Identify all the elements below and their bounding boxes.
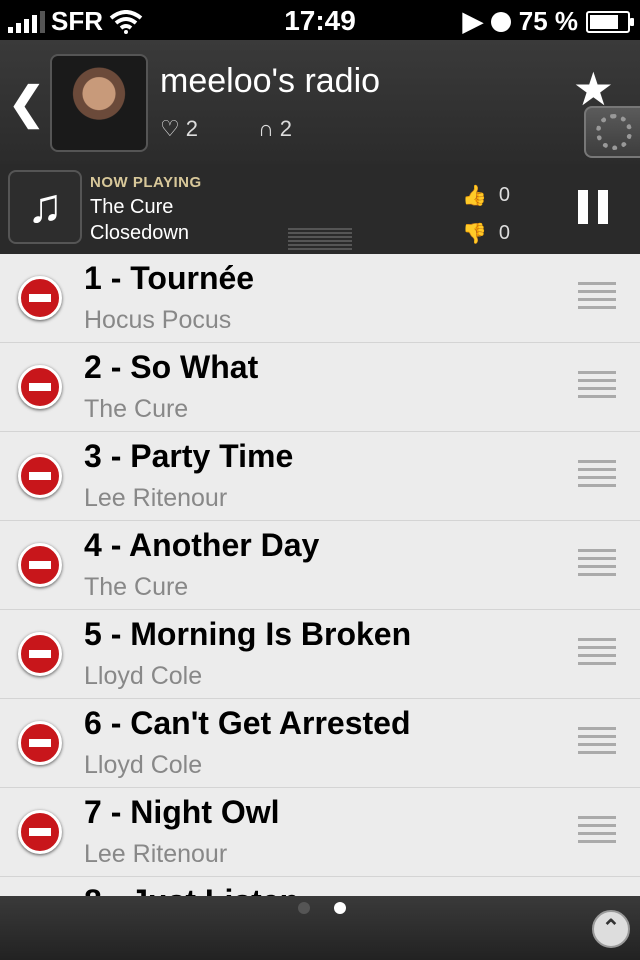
reorder-handle-icon[interactable] (578, 460, 616, 492)
list-item[interactable]: 8 - Just Listen (0, 877, 640, 896)
reorder-handle-icon[interactable] (578, 816, 616, 848)
listeners-count: 2 (279, 116, 293, 141)
radio-stats: ♡ 2 ∩ 2 (160, 116, 292, 142)
list-item[interactable]: 4 - Another Day The Cure (0, 521, 640, 610)
battery-percent: 75 % (518, 6, 578, 36)
track-artist: The Cure (84, 573, 189, 601)
delete-icon[interactable] (18, 810, 62, 854)
track-title: 8 - Just Listen (84, 883, 299, 896)
spinner-icon (596, 114, 632, 150)
list-item[interactable]: 2 - So What The Cure (0, 343, 640, 432)
music-note-icon: ♫ (8, 170, 82, 244)
list-item[interactable]: 1 - Tournée Hocus Pocus (0, 254, 640, 343)
clock-icon (490, 11, 511, 32)
track-title: 1 - Tournée (84, 260, 255, 296)
heart-icon: ♡ (160, 116, 180, 141)
headphones-icon: ∩ (257, 116, 274, 141)
avatar[interactable] (50, 54, 148, 152)
page-dot[interactable] (298, 902, 310, 914)
scroll-up-icon[interactable]: ⌃ (592, 910, 630, 948)
play-indicator-icon: ▶ (462, 6, 483, 36)
bottom-bar: ⌃ (0, 896, 640, 960)
reorder-handle-icon[interactable] (578, 549, 616, 581)
reorder-handle-icon[interactable] (578, 727, 616, 759)
delete-icon[interactable] (18, 276, 62, 320)
reorder-handle-icon[interactable] (578, 638, 616, 670)
track-artist: Hocus Pocus (84, 306, 232, 334)
thumbs-up-row[interactable]: 👍 0 (462, 176, 510, 214)
track-title: 6 - Can't Get Arrested (84, 705, 411, 741)
vote-counts: 👍 0 👎 0 (462, 176, 510, 252)
page-title: meeloo's radio (160, 62, 381, 100)
track-title: 2 - So What (84, 349, 259, 385)
now-playing-label: NOW PLAYING (90, 174, 202, 191)
track-artist: The Cure (84, 395, 189, 423)
track-artist: Lee Ritenour (84, 840, 228, 868)
status-bar: SFR 17:49 ▶ 75 % (0, 0, 640, 40)
pause-button[interactable] (578, 190, 608, 224)
loading-tab[interactable] (584, 106, 640, 158)
now-playing-bar: ♫ NOW PLAYING The Cure Closedown 👍 0 👎 0 (0, 164, 640, 255)
thumbs-up-icon[interactable]: 👍 (462, 183, 487, 208)
track-artist: Lloyd Cole (84, 751, 203, 779)
page-dot-active[interactable] (334, 902, 346, 914)
list-item[interactable]: 6 - Can't Get Arrested Lloyd Cole (0, 699, 640, 788)
reorder-handle-icon[interactable] (578, 371, 616, 403)
thumbs-down-count: 0 (498, 221, 511, 244)
list-item[interactable]: 7 - Night Owl Lee Ritenour (0, 788, 640, 877)
likes-count: 2 (185, 116, 198, 141)
delete-icon[interactable] (18, 454, 62, 498)
track-title: 7 - Night Owl (84, 794, 280, 830)
back-button[interactable]: ❮ (8, 78, 45, 129)
thumbs-up-count: 0 (498, 183, 511, 206)
track-title: 5 - Morning Is Broken (84, 616, 412, 652)
status-right: ▶ 75 % (462, 6, 634, 37)
reorder-handle-icon[interactable] (578, 282, 616, 314)
list-item[interactable]: 3 - Party Time Lee Ritenour (0, 432, 640, 521)
delete-icon[interactable] (18, 632, 62, 676)
track-title: 3 - Party Time (84, 438, 294, 474)
drag-grip-icon[interactable] (288, 228, 352, 250)
battery-icon (586, 10, 634, 33)
likes-stat: ♡ 2 (160, 116, 198, 142)
now-playing-track: Closedown (90, 222, 189, 244)
list-item[interactable]: 5 - Morning Is Broken Lloyd Cole (0, 610, 640, 699)
delete-icon[interactable] (18, 721, 62, 765)
delete-icon[interactable] (18, 543, 62, 587)
playlist[interactable]: 1 - Tournée Hocus Pocus 2 - So What The … (0, 254, 640, 896)
thumbs-down-icon[interactable]: 👎 (462, 221, 487, 246)
now-playing-artist: The Cure (90, 196, 174, 218)
track-artist: Lee Ritenour (84, 484, 228, 512)
thumbs-down-row[interactable]: 👎 0 (462, 214, 510, 252)
page-indicator[interactable] (298, 902, 346, 914)
listeners-stat: ∩ 2 (258, 116, 292, 142)
delete-icon[interactable] (18, 365, 62, 409)
track-artist: Lloyd Cole (84, 662, 203, 690)
track-title: 4 - Another Day (84, 527, 320, 563)
radio-header: ❮ meeloo's radio ♡ 2 ∩ 2 ★ (0, 40, 640, 165)
